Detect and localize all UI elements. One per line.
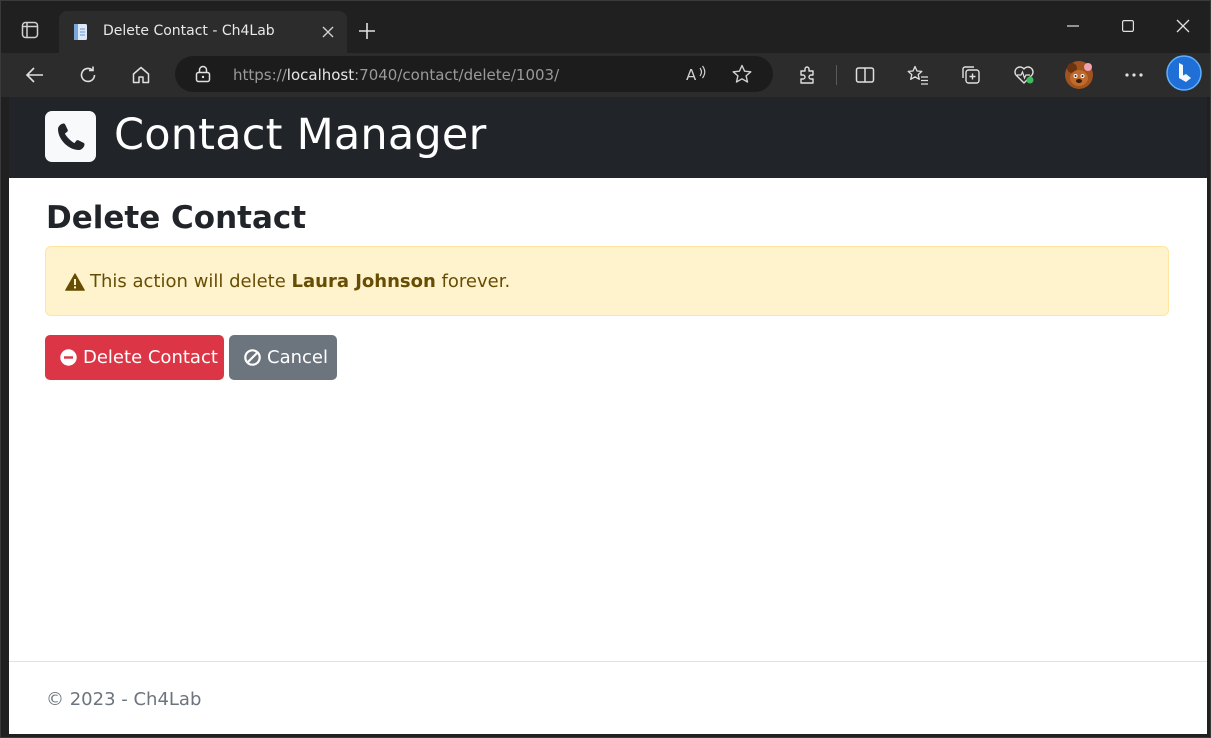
back-icon[interactable]: [19, 59, 51, 91]
site-navbar: Contact Manager: [9, 97, 1207, 178]
footer-copyright: © 2023 - Ch4Lab: [46, 689, 202, 710]
address-bar[interactable]: https://localhost:7040/contact/delete/10…: [175, 56, 773, 92]
home-icon[interactable]: [125, 59, 157, 91]
more-options-icon[interactable]: [1118, 59, 1150, 91]
tab-title: Delete Contact - Ch4Lab: [103, 23, 275, 39]
alert-suffix: forever.: [435, 271, 511, 292]
refresh-icon[interactable]: [72, 59, 104, 91]
url-scheme: https://: [233, 66, 287, 84]
favorites-icon[interactable]: [902, 59, 934, 91]
lock-icon[interactable]: [195, 65, 211, 88]
add-favorite-star-icon[interactable]: [731, 64, 753, 89]
phone-icon[interactable]: [45, 111, 96, 162]
page-favicon-icon: [71, 22, 91, 42]
minimize-icon[interactable]: [1045, 1, 1100, 51]
cancel-button-label: Cancel: [267, 347, 328, 368]
tab-strip: Delete Contact - Ch4Lab: [1, 1, 1210, 53]
contact-name: Laura Johnson: [291, 271, 436, 292]
url-path: :7040/contact/delete/1003/: [354, 66, 560, 84]
window-controls: [1045, 1, 1210, 51]
alert-message: This action will delete Laura Johnson fo…: [90, 271, 510, 292]
footer-divider: [9, 661, 1207, 662]
minus-circle-icon: [60, 349, 77, 366]
delete-button-label: Delete Contact: [83, 347, 218, 368]
warning-alert: This action will delete Laura Johnson fo…: [45, 246, 1169, 316]
tab-actions-icon[interactable]: [15, 15, 45, 45]
url-text[interactable]: https://localhost:7040/contact/delete/10…: [233, 66, 559, 84]
warning-triangle-icon: [65, 273, 85, 296]
alert-prefix: This action will delete: [90, 271, 292, 292]
cancel-button[interactable]: Cancel: [229, 335, 337, 380]
toolbar-separator: [836, 65, 837, 85]
delete-contact-button[interactable]: Delete Contact: [45, 335, 224, 380]
browser-window: Delete Contact - Ch4Lab https://localhos…: [0, 0, 1211, 738]
extensions-icon[interactable]: [791, 59, 823, 91]
url-host: localhost: [286, 66, 355, 84]
split-screen-icon[interactable]: [849, 59, 881, 91]
close-window-icon[interactable]: [1155, 1, 1210, 51]
close-tab-icon[interactable]: [319, 23, 337, 41]
browser-tab-active[interactable]: Delete Contact - Ch4Lab: [59, 11, 347, 53]
collections-icon[interactable]: [955, 59, 987, 91]
svg-text:A: A: [686, 66, 697, 84]
page-viewport: Contact Manager Delete Contact This acti…: [9, 97, 1207, 734]
new-tab-icon[interactable]: [353, 17, 381, 45]
read-aloud-icon[interactable]: A: [685, 64, 707, 89]
profile-avatar[interactable]: [1063, 59, 1095, 91]
page-title: Delete Contact: [46, 200, 307, 236]
maximize-icon[interactable]: [1100, 1, 1155, 51]
browser-toolbar: https://localhost:7040/contact/delete/10…: [1, 53, 1210, 97]
browser-essentials-icon[interactable]: [1008, 59, 1040, 91]
copilot-icon[interactable]: [1165, 54, 1203, 92]
brand-title[interactable]: Contact Manager: [114, 110, 486, 160]
ban-icon: [244, 349, 261, 366]
